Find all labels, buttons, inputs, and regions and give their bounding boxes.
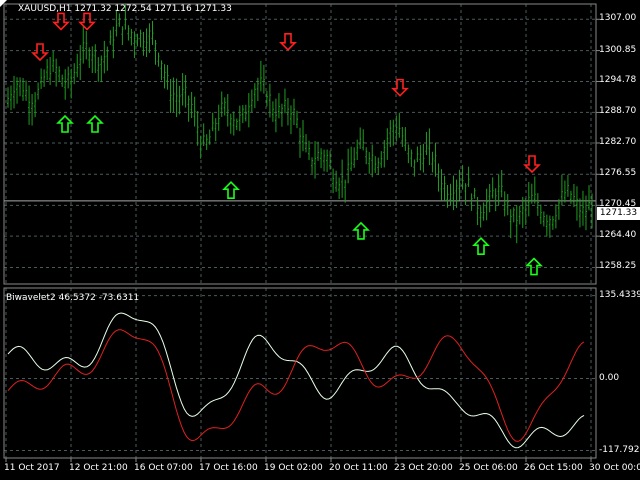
time-tick-label: 16 Oct 07:00 bbox=[134, 463, 193, 473]
grid-lines bbox=[4, 4, 596, 458]
current-price-label: 1271.33 bbox=[597, 207, 640, 220]
time-tick-label: 26 Oct 15:00 bbox=[524, 463, 583, 473]
time-tick-label: 11 Oct 2017 bbox=[4, 463, 60, 473]
signal-arrows bbox=[31, 12, 543, 276]
time-tick-label: 19 Oct 02:00 bbox=[264, 463, 323, 473]
indicator-lines bbox=[7, 312, 585, 449]
chart-corner-marker bbox=[0, 0, 7, 7]
price-tick-label: 1264.40 bbox=[599, 230, 637, 241]
indicator-header: Biwavelet2 46.5372 -73.6311 bbox=[6, 293, 139, 303]
time-tick-label: 12 Oct 21:00 bbox=[69, 463, 128, 473]
sell-arrow-icon bbox=[31, 43, 49, 62]
buy-arrow-icon bbox=[86, 114, 104, 133]
indicator-tick-label: -117.7927 bbox=[599, 444, 640, 455]
time-tick-label: 30 Oct 00:00 bbox=[589, 463, 640, 473]
price-tick-label: 1307.00 bbox=[599, 13, 637, 24]
indicator-value-1: 46.5372 bbox=[58, 293, 96, 303]
price-tick-label: 1294.78 bbox=[599, 75, 637, 86]
indicator-white-line bbox=[7, 312, 585, 449]
price-candles bbox=[7, 4, 593, 244]
price-tick-label: 1288.70 bbox=[599, 106, 637, 117]
indicator-red-line bbox=[7, 329, 585, 442]
indicator-border bbox=[3, 287, 597, 459]
buy-arrow-icon bbox=[472, 237, 490, 255]
chart-canvas[interactable] bbox=[0, 0, 640, 480]
indicator-tick-label: 0.00 bbox=[599, 372, 620, 383]
buy-arrow-icon bbox=[56, 114, 74, 133]
sell-arrow-icon bbox=[391, 78, 409, 97]
time-tick-label: 23 Oct 20:00 bbox=[394, 463, 453, 473]
price-tick-label: 1282.70 bbox=[599, 136, 637, 147]
symbol-label: XAUUSD,H1 bbox=[18, 4, 72, 14]
time-tick-label: 25 Oct 06:00 bbox=[459, 463, 518, 473]
time-tick-label: 20 Oct 11:00 bbox=[329, 463, 388, 473]
time-tick-label: 17 Oct 16:00 bbox=[199, 463, 258, 473]
sell-arrow-icon bbox=[78, 12, 96, 31]
indicator-tick-label: 135.4339 bbox=[599, 289, 640, 300]
ohlc-values: 1271.32 1272.54 1271.16 1271.33 bbox=[74, 4, 232, 14]
indicator-value-2: -73.6311 bbox=[98, 293, 140, 303]
sell-arrow-icon bbox=[523, 155, 541, 174]
buy-arrow-icon bbox=[222, 181, 240, 199]
price-tick-label: 1300.85 bbox=[599, 44, 637, 55]
indicator-name: Biwavelet2 bbox=[6, 293, 56, 303]
price-tick-label: 1258.25 bbox=[599, 261, 637, 272]
buy-arrow-icon bbox=[525, 257, 543, 276]
price-tick-label: 1276.55 bbox=[599, 168, 637, 179]
sell-arrow-icon bbox=[52, 12, 70, 31]
sell-arrow-icon bbox=[279, 33, 297, 51]
main-chart-header: XAUUSD,H1 1271.32 1272.54 1271.16 1271.3… bbox=[18, 4, 232, 14]
